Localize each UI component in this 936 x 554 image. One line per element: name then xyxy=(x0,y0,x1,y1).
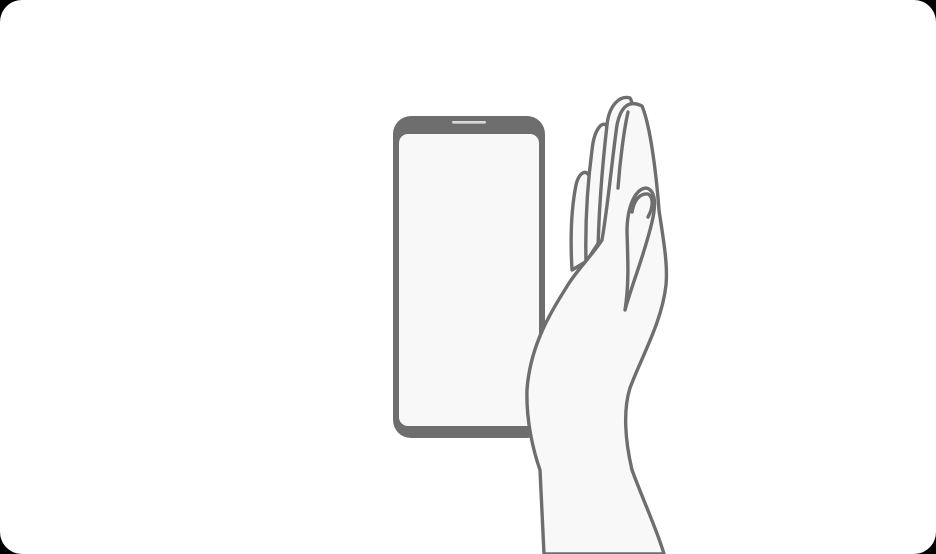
illustration-card xyxy=(0,0,936,554)
smartphone-icon xyxy=(393,116,545,438)
phone-screen xyxy=(399,134,539,426)
palm-swipe-hand-icon xyxy=(525,95,669,554)
phone-speaker xyxy=(452,121,486,124)
palm-swipe-illustration xyxy=(393,95,669,554)
